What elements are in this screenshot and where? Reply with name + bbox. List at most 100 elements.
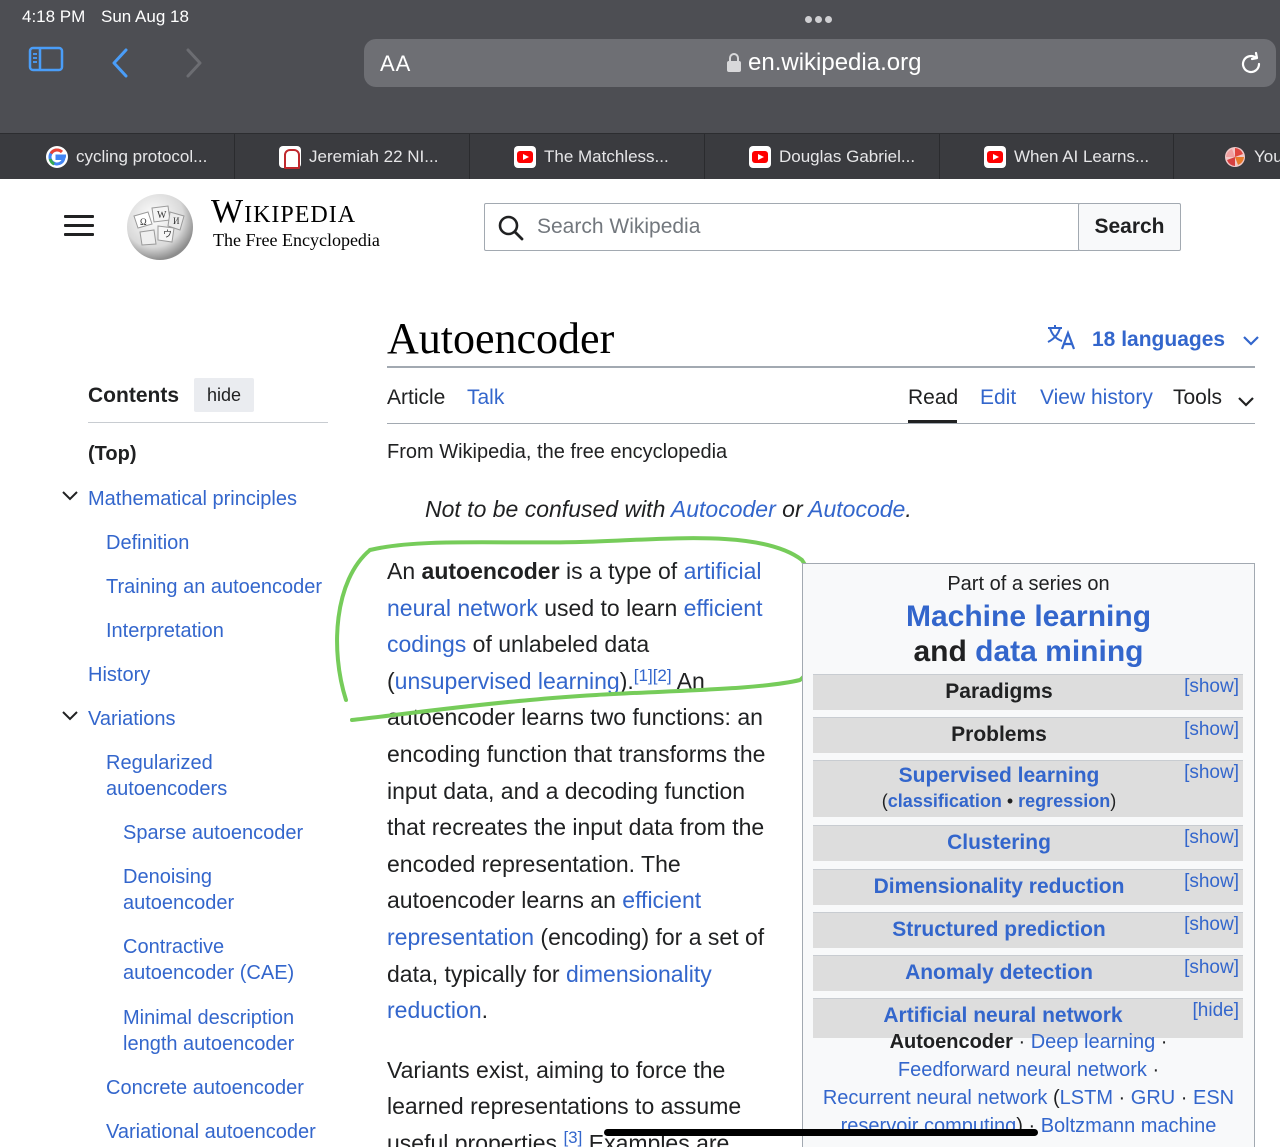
tab-article[interactable]: Article	[387, 386, 445, 410]
navbox-row-supervised[interactable]: Supervised learning [show] (classificati…	[813, 760, 1243, 817]
show-toggle[interactable]: [show]	[1184, 827, 1239, 849]
navbox-row-dimensionality[interactable]: Dimensionality reduction [show]	[813, 869, 1243, 905]
sidebar-navbox: Part of a series on Machine learning and…	[802, 563, 1255, 1147]
link-boltzmann[interactable]: Boltzmann machine	[1041, 1115, 1217, 1137]
tab-talk[interactable]: Talk	[467, 386, 504, 410]
toc-item-mathematical-principles[interactable]: Mathematical principles	[88, 486, 297, 512]
language-selector[interactable]: 18 languages	[1046, 324, 1259, 355]
forward-icon[interactable]	[178, 44, 218, 84]
show-toggle[interactable]: [show]	[1184, 871, 1239, 893]
link-regression[interactable]: regression	[1018, 791, 1110, 811]
browser-tab[interactable]: Jeremiah 22 NI...	[235, 134, 470, 179]
google-icon	[46, 145, 68, 168]
browser-tab[interactable]: Douglas Gabriel...	[705, 134, 940, 179]
reference-1[interactable]: [1]	[634, 666, 653, 685]
search-icon	[497, 214, 525, 247]
toc-item-history[interactable]: History	[88, 662, 150, 688]
toc-item-denoising[interactable]: Denoising autoencoder	[123, 864, 253, 916]
link-autocode[interactable]: Autocode	[808, 496, 905, 522]
pinwheel-icon	[1224, 146, 1246, 168]
toc-title: Contents	[88, 384, 179, 407]
status-date: Sun Aug 18	[101, 7, 189, 26]
link-recurrent[interactable]: Recurrent neural network	[823, 1087, 1048, 1109]
toc-item-training[interactable]: Training an autoencoder	[106, 574, 322, 600]
address-bar[interactable]: AA en.wikipedia.org	[364, 39, 1276, 87]
tab-view-history[interactable]: View history	[1040, 386, 1153, 410]
back-icon[interactable]	[106, 44, 146, 84]
youtube-icon	[514, 145, 536, 168]
navbox-title-link[interactable]: data mining	[975, 635, 1143, 668]
row-label[interactable]: Supervised learning	[813, 764, 1185, 788]
status-time: 4:18 PM	[22, 7, 86, 26]
sidebar-toggle-icon[interactable]	[28, 44, 68, 84]
navbox-title-link[interactable]: Machine learning	[803, 600, 1254, 634]
row-label: Problems	[951, 723, 1047, 746]
hatnote-text: Not to be confused with	[425, 496, 671, 522]
show-toggle[interactable]: [show]	[1184, 914, 1239, 936]
show-toggle[interactable]: [show]	[1184, 719, 1239, 741]
navbox-row-structured[interactable]: Structured prediction [show]	[813, 912, 1243, 948]
hide-toggle[interactable]: [hide]	[1193, 1000, 1239, 1022]
wikipedia-wordmark[interactable]: Wikipedia	[211, 193, 356, 231]
browser-tab[interactable]: You	[1174, 134, 1280, 179]
link-classification[interactable]: classification	[888, 791, 1002, 811]
hatnote: Not to be confused with Autocoder or Aut…	[425, 496, 912, 523]
link-unsupervised-learning[interactable]: unsupervised learning	[395, 668, 620, 694]
show-toggle[interactable]: [show]	[1184, 762, 1239, 784]
search-input[interactable]	[537, 212, 1057, 242]
browser-tab[interactable]: When AI Learns...	[940, 134, 1174, 179]
toc-item-definition[interactable]: Definition	[106, 530, 189, 556]
toc-item-sparse[interactable]: Sparse autoencoder	[123, 820, 303, 846]
show-toggle[interactable]: [show]	[1184, 676, 1239, 698]
tab-tools[interactable]: Tools	[1173, 386, 1222, 410]
hatnote-text: .	[905, 496, 912, 522]
browser-tab[interactable]: cycling protocol...	[34, 134, 235, 179]
link-gru[interactable]: GRU	[1131, 1087, 1175, 1109]
reload-icon[interactable]	[1238, 51, 1264, 82]
search-box[interactable]	[484, 203, 1080, 251]
link-lstm[interactable]: LSTM	[1060, 1087, 1113, 1109]
browser-tab[interactable]: The Matchless...	[470, 134, 705, 179]
home-indicator[interactable]	[604, 1129, 1038, 1136]
search-button[interactable]: Search	[1078, 203, 1181, 251]
row-label[interactable]: Dimensionality reduction	[813, 875, 1185, 899]
reference-2[interactable]: [2]	[653, 666, 672, 685]
navbox-row-clustering[interactable]: Clustering [show]	[813, 825, 1243, 861]
link-esn[interactable]: ESN	[1193, 1087, 1234, 1109]
navbox-row-problems[interactable]: Problems [show]	[813, 717, 1243, 753]
reader-options-button[interactable]: AA	[380, 51, 411, 77]
toc-item-variational[interactable]: Variational autoencoder	[106, 1119, 316, 1145]
main-menu-icon[interactable]	[64, 215, 94, 239]
navbox-row-paradigms[interactable]: Paradigms [show]	[813, 674, 1243, 710]
text: and	[913, 635, 976, 668]
toc-hide-button[interactable]: hide	[194, 378, 254, 412]
tab-read[interactable]: Read	[908, 386, 958, 410]
toc-item-regularized[interactable]: Regularized autoencoders	[106, 750, 256, 802]
wikipedia-tagline: The Free Encyclopedia	[213, 230, 380, 250]
chevron-down-icon[interactable]	[62, 491, 78, 501]
toc-item-top[interactable]: (Top)	[88, 441, 137, 467]
link-autocoder[interactable]: Autocoder	[671, 496, 776, 522]
wikipedia-globe-logo[interactable]: Ω W И ウ	[122, 190, 198, 262]
toc-item-minimal-description[interactable]: Minimal description length autoencoder	[123, 1005, 313, 1057]
multitasking-dots-icon[interactable]	[805, 8, 837, 23]
link-deep-learning[interactable]: Deep learning	[1031, 1031, 1156, 1053]
chevron-down-icon[interactable]	[62, 711, 78, 721]
toc-item-interpretation[interactable]: Interpretation	[106, 618, 224, 644]
tab-title: cycling protocol...	[76, 146, 208, 166]
show-toggle[interactable]: [show]	[1184, 957, 1239, 979]
tab-edit[interactable]: Edit	[980, 386, 1016, 410]
chevron-down-icon[interactable]	[1238, 394, 1254, 412]
toc-item-variations[interactable]: Variations	[88, 706, 175, 732]
row-label[interactable]: Structured prediction	[813, 918, 1185, 942]
toc-item-contractive[interactable]: Contractive autoencoder (CAE)	[123, 934, 313, 986]
row-label[interactable]: Clustering	[813, 831, 1185, 855]
link-feedforward[interactable]: Feedforward neural network	[898, 1059, 1147, 1081]
navbox-row-anomaly[interactable]: Anomaly detection [show]	[813, 955, 1243, 991]
paragraph-1: An autoencoder is a type of artificial n…	[387, 553, 779, 1029]
row-label[interactable]: Artificial neural network	[813, 1004, 1193, 1028]
ann-item-list: Autoencoder · Deep learning · Feedforwar…	[822, 1031, 1235, 1137]
row-label[interactable]: Anomaly detection	[813, 961, 1185, 985]
reference-3[interactable]: [3]	[563, 1128, 582, 1147]
toc-item-concrete[interactable]: Concrete autoencoder	[106, 1075, 304, 1101]
